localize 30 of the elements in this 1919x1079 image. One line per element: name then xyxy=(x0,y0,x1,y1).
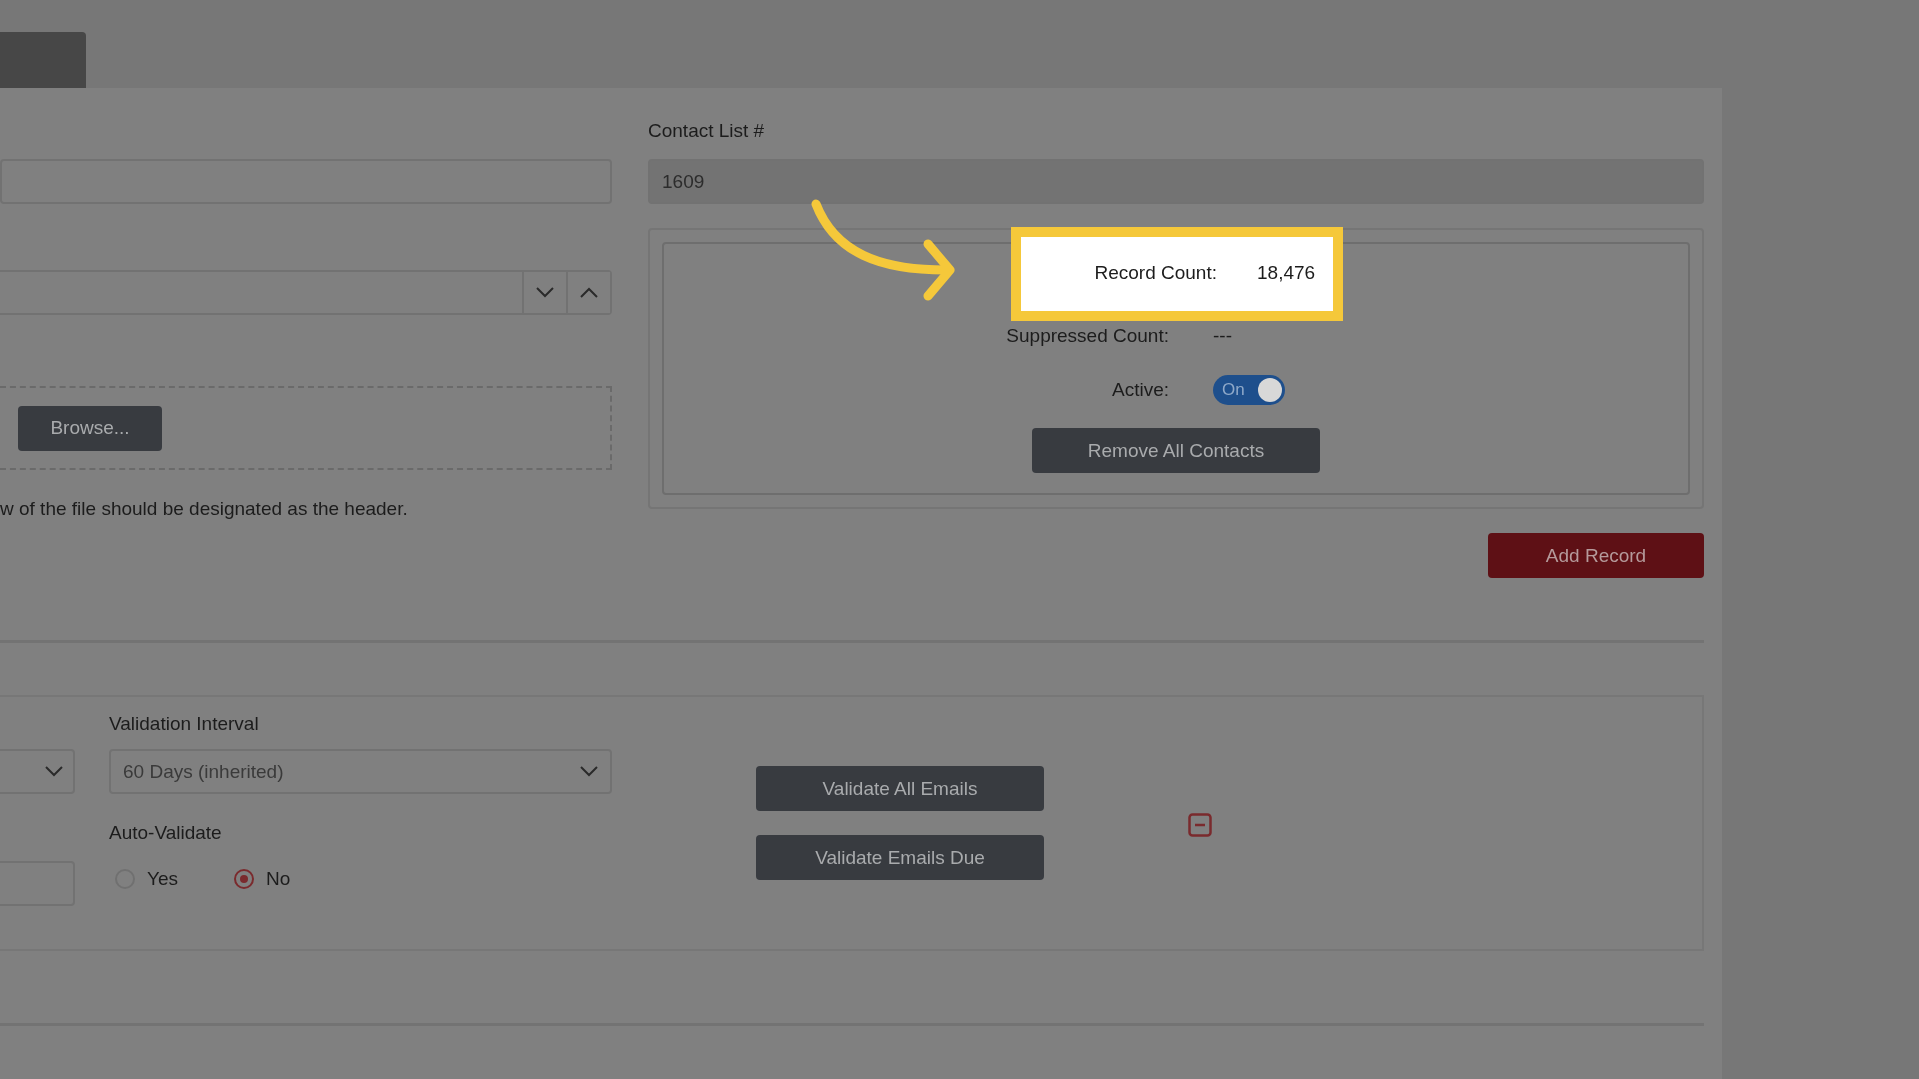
header-note: w of the file should be designated as the header. xyxy=(0,498,409,520)
select-field[interactable] xyxy=(0,749,75,794)
radio-icon[interactable] xyxy=(234,869,254,889)
number-field[interactable] xyxy=(0,270,612,315)
stat-value: 18,476 xyxy=(1257,262,1317,284)
field-label: Validation Interval xyxy=(109,713,260,735)
radio-option[interactable]: Yes xyxy=(115,868,178,890)
contact-list-field[interactable]: 1609 xyxy=(648,159,1704,204)
browse-button[interactable]: Browse... xyxy=(18,405,162,451)
tab[interactable] xyxy=(0,32,86,88)
field-label: Contact List # xyxy=(648,120,766,142)
validation-interval-select[interactable]: 60 Days (inherited) xyxy=(109,749,612,794)
radio-option[interactable]: No xyxy=(234,868,291,890)
stat-value: --- xyxy=(1213,325,1233,347)
stat-label: Record Count: xyxy=(1094,262,1217,284)
chevron-down-icon xyxy=(536,287,554,298)
chevron-down-icon xyxy=(580,766,598,777)
chevron-down-icon xyxy=(45,766,63,777)
validate-button[interactable]: Validate All Emails xyxy=(756,766,1044,811)
remove-all-contacts-button[interactable]: Remove All Contacts xyxy=(1032,428,1320,473)
validate-button[interactable]: Validate Emails Due xyxy=(756,835,1044,880)
stat-label: Suppressed Count: xyxy=(1006,325,1169,347)
file-drop-zone[interactable]: Browse... xyxy=(0,386,612,470)
active-toggle[interactable]: On xyxy=(1213,375,1285,405)
increment-button[interactable] xyxy=(566,272,610,313)
minus-square-icon[interactable] xyxy=(1188,813,1212,837)
stat-label: Active: xyxy=(1111,379,1169,401)
chevron-up-icon xyxy=(580,287,598,298)
field-label: Auto-Validate xyxy=(109,822,223,844)
add-record-button[interactable]: Add Record xyxy=(1488,533,1704,578)
